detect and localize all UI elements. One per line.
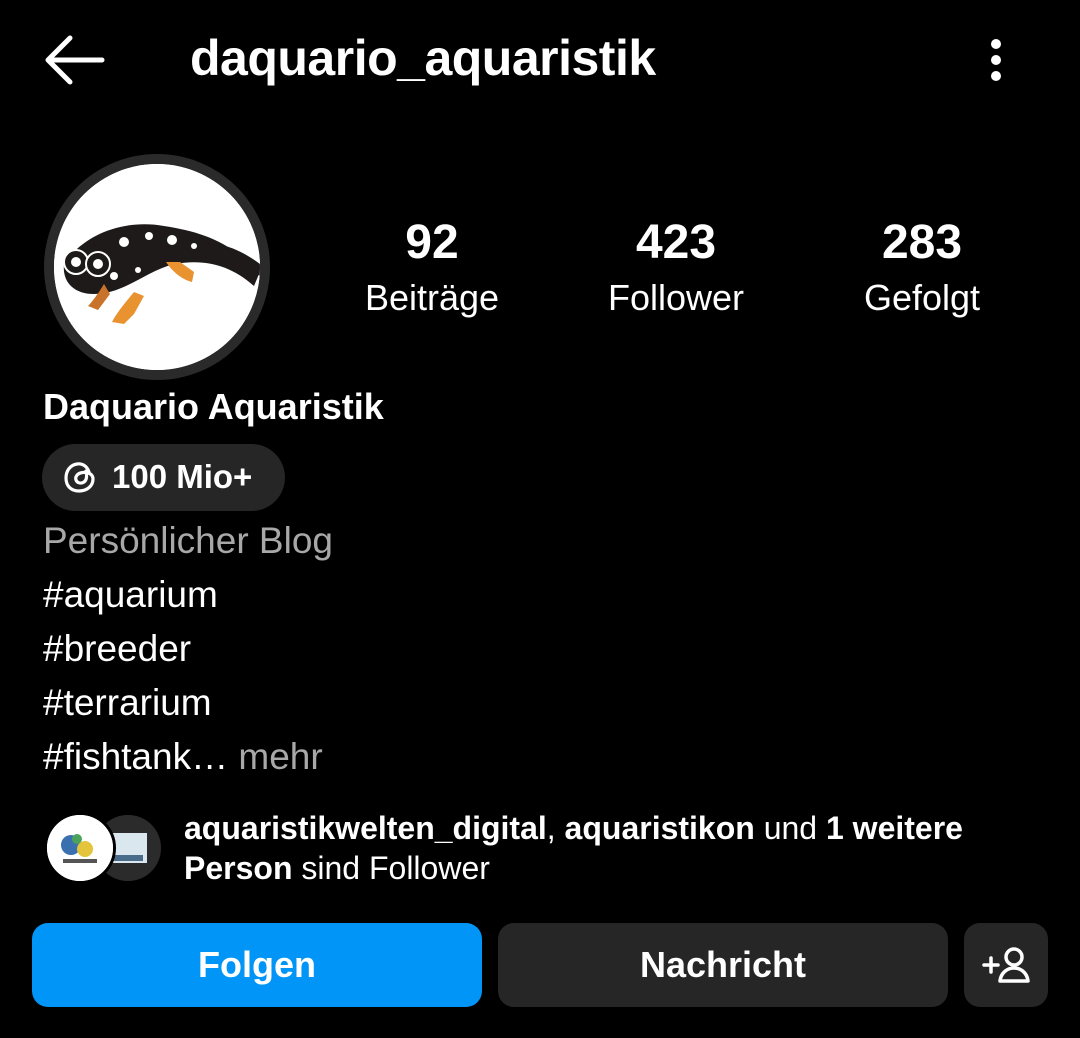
suggested-users-button[interactable] xyxy=(964,923,1048,1007)
message-button[interactable]: Nachricht xyxy=(498,923,948,1007)
threads-count: 100 Mio+ xyxy=(112,458,253,495)
following-stat[interactable]: 283 Gefolgt xyxy=(812,214,1032,322)
avatar[interactable] xyxy=(54,164,260,370)
more-vertical-icon xyxy=(991,39,1001,81)
more-bio-link[interactable]: mehr xyxy=(228,736,322,777)
followers-stat[interactable]: 423 Follower xyxy=(566,214,786,322)
follow-button[interactable]: Folgen xyxy=(32,923,482,1007)
arrow-left-icon xyxy=(45,35,105,85)
followers-count: 423 xyxy=(635,216,717,269)
following-label: Gefolgt xyxy=(863,277,981,318)
hashtag-link[interactable]: #fishtank… xyxy=(43,736,228,777)
profile-category: Persönlicher Blog xyxy=(43,520,333,561)
separator-text: , xyxy=(546,810,565,846)
hashtag-link[interactable]: #breeder xyxy=(43,626,191,672)
follower-username[interactable]: aquaristikwelten_digital xyxy=(184,810,547,846)
followed-by-text[interactable]: aquaristikwelten_digital, aquaristikon u… xyxy=(184,808,1034,888)
followers-label: Follower xyxy=(607,277,745,318)
hashtag-link[interactable]: #terrarium xyxy=(43,680,212,726)
connector-text: und xyxy=(754,810,826,846)
threads-icon xyxy=(64,462,95,493)
posts-stat[interactable]: 92 Beiträge xyxy=(322,214,542,322)
add-person-icon xyxy=(982,947,1030,983)
followed-by-suffix: sind Follower xyxy=(292,850,490,886)
page-title: daquario_aquaristik xyxy=(190,30,656,86)
posts-label: Beiträge xyxy=(364,277,500,318)
following-count: 283 xyxy=(881,216,963,269)
back-button[interactable] xyxy=(40,30,106,90)
follower-avatar xyxy=(44,812,116,884)
follower-username[interactable]: aquaristikon xyxy=(565,810,755,846)
hashtag-link[interactable]: #aquarium xyxy=(43,572,218,618)
salamander-logo xyxy=(54,164,260,370)
bio-last-line: #fishtank… mehr xyxy=(43,734,323,780)
profile-name: Daquario Aquaristik xyxy=(43,386,384,427)
posts-count: 92 xyxy=(405,216,459,269)
threads-badge[interactable]: 100 Mio+ xyxy=(42,444,285,511)
more-options-button[interactable] xyxy=(976,30,1016,90)
follower-avatar-image xyxy=(47,815,113,881)
